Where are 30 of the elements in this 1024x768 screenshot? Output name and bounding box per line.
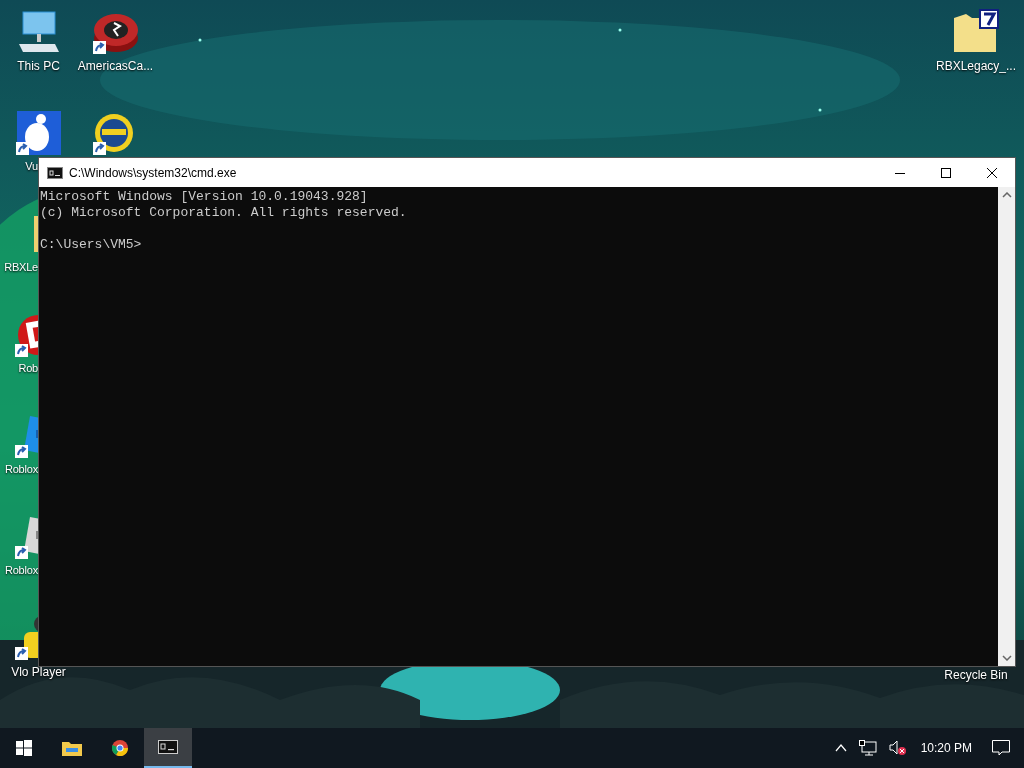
console-button[interactable] <box>144 728 192 768</box>
network-icon[interactable] <box>858 740 877 756</box>
console-line: Microsoft Windows [Version 10.0.19043.928] <box>40 189 369 205</box>
scroll-up-icon[interactable] <box>1001 192 1012 198</box>
scroll-down-icon[interactable] <box>1001 655 1012 661</box>
icon-label[interactable]: Vlo Player <box>11 665 66 679</box>
console-icon <box>158 740 178 754</box>
icon-label[interactable]: Vu <box>2 160 38 172</box>
icon-label[interactable]: Roblox <box>2 564 38 576</box>
icon-label[interactable]: RBXLe <box>2 261 38 273</box>
notification-icon[interactable] <box>992 740 1010 756</box>
command-prompt: C:\Users\VM5> <box>40 237 143 253</box>
icon-label[interactable]: Rob <box>2 362 38 374</box>
windows-logo-icon <box>16 740 32 756</box>
console-line: (c) Microsoft Corporation. All rights reserved. <box>40 205 408 221</box>
maximize-icon <box>941 167 951 178</box>
browser-icon <box>112 740 128 756</box>
window-title: C:\Windows\system32\cmd.exe <box>69 165 237 180</box>
icon-label[interactable]: AmericasCa... <box>77 59 154 73</box>
close-icon <box>987 167 997 178</box>
icon-label[interactable]: RBXLegacy_... <box>936 59 1017 73</box>
icon-label[interactable]: Recycle Bin <box>944 668 1008 682</box>
icon-label[interactable]: Roblox <box>2 463 38 475</box>
icon-label[interactable]: This PC <box>17 59 60 73</box>
scrollbar[interactable] <box>998 187 1015 666</box>
chevron-up-icon[interactable] <box>834 744 847 752</box>
muted-speaker-icon[interactable] <box>888 740 907 756</box>
console-icon <box>47 166 63 179</box>
clock[interactable]: 10:20 PM <box>920 741 972 755</box>
folder-icon <box>62 740 82 756</box>
